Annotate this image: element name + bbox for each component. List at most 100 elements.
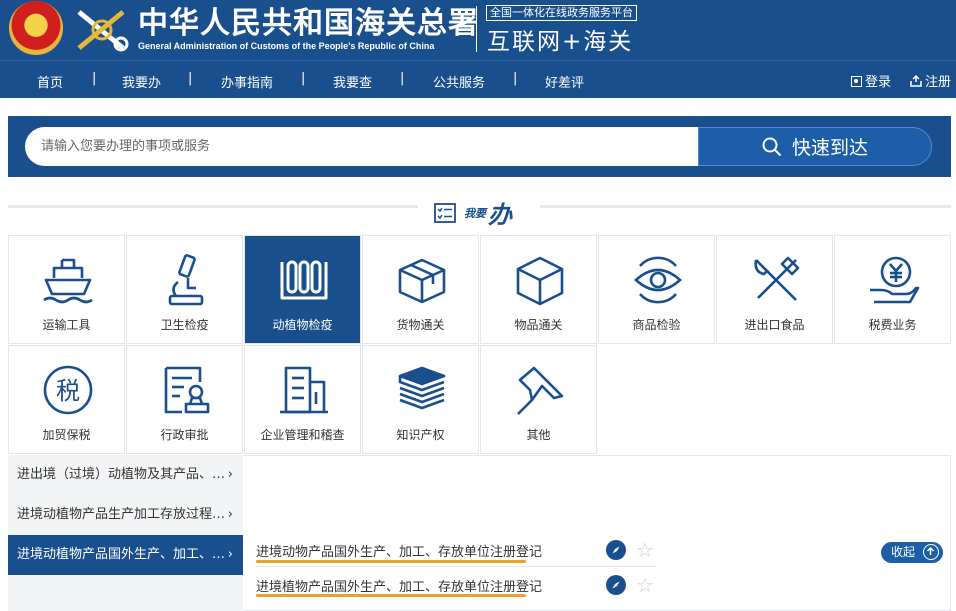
service-item-link[interactable]: 进境动物产品国外生产、加工、存放单位注册登记 (256, 541, 542, 560)
open-box-icon (398, 258, 446, 304)
eye-icon (634, 256, 682, 304)
nav-separator: | (301, 71, 306, 86)
category-label: 企业管理和稽查 (260, 428, 345, 442)
site-header: 中华人民共和国海关总署 General Administration of Cu… (0, 0, 956, 60)
login-label: 登录 (865, 75, 892, 90)
category-intellectual-property[interactable]: 知识产权 (362, 345, 479, 454)
compass-icon[interactable] (606, 540, 626, 560)
ship-icon (43, 258, 93, 304)
category-label: 进出口食品 (744, 318, 805, 332)
cages-icon (280, 260, 328, 300)
customs-logo-icon (77, 10, 129, 52)
section-title-big: 办 (488, 201, 512, 229)
nav-item-query[interactable]: 我要查 (333, 72, 372, 91)
cube-icon (516, 256, 564, 306)
nav-separator: | (92, 71, 97, 86)
category-label: 行政审批 (160, 428, 209, 442)
fork-knife-icon (754, 256, 800, 301)
tax-circle-icon: 税 (43, 365, 93, 415)
category-label: 动植物检疫 (272, 318, 333, 332)
user-icon (851, 76, 862, 87)
checklist-icon (434, 202, 456, 223)
nav-item-public-service[interactable]: 公共服务 (433, 72, 485, 91)
category-tax-fees[interactable]: 税费业务 (834, 235, 951, 344)
nav-item-do[interactable]: 我要办 (122, 72, 161, 91)
collapse-label: 收起 (891, 545, 916, 559)
category-label: 商品检验 (632, 318, 681, 332)
category-grid: 运输工具 卫生检疫 动植物检疫 货物通关 物品通关 商品检验 进出口食品 税费业… (8, 235, 951, 455)
category-other[interactable]: 其他 (480, 345, 597, 454)
service-item-underline (256, 594, 526, 597)
chevron-right-icon: › (227, 547, 233, 562)
category-label: 加贸保税 (42, 428, 91, 442)
platform-name: 互联网+海关 (487, 29, 634, 55)
search-icon (762, 137, 782, 156)
category-cargo-clearance[interactable]: 货物通关 (362, 235, 479, 344)
section-divider-right (540, 205, 951, 208)
subcategory-item-active[interactable]: 进境动植物产品国外生产、加工、… › (8, 535, 243, 575)
subcategory-item[interactable]: 进境动植物产品生产加工存放过程… › (8, 495, 243, 535)
nav-separator: | (513, 71, 518, 86)
svg-text:税: 税 (56, 377, 80, 405)
category-label: 卫生检疫 (160, 318, 209, 332)
register-link[interactable]: 注册 (910, 71, 951, 90)
main-nav: 首页 | 我要办 | 办事指南 | 我要查 | 公共服务 | 好差评 登录 注册 (0, 60, 956, 98)
login-link[interactable]: 登录 (851, 71, 891, 90)
category-label: 运输工具 (42, 318, 91, 332)
category-health-quarantine[interactable]: 卫生检疫 (126, 235, 243, 344)
nav-item-guide[interactable]: 办事指南 (221, 72, 273, 91)
category-bonded-processing[interactable]: 税 加贸保税 (8, 345, 125, 454)
arrow-up-icon (923, 544, 939, 560)
nav-separator: | (400, 71, 405, 86)
category-label: 货物通关 (396, 318, 445, 332)
compass-icon[interactable] (606, 575, 626, 595)
register-icon (910, 74, 922, 87)
section-title-small: 我要 (464, 206, 486, 220)
collapse-button[interactable]: 收起 (881, 542, 943, 563)
category-transport[interactable]: 运输工具 (8, 235, 125, 344)
subcategory-item[interactable]: 进出境（过境）动植物及其产品、… › (8, 455, 243, 495)
category-article-clearance[interactable]: 物品通关 (480, 235, 597, 344)
books-icon (398, 366, 446, 410)
service-item-link[interactable]: 进境植物产品国外生产、加工、存放单位注册登记 (256, 576, 542, 595)
header-divider (476, 6, 477, 52)
nav-item-rating[interactable]: 好差评 (545, 72, 584, 91)
category-label: 税费业务 (868, 318, 917, 332)
chevron-right-icon: › (227, 507, 233, 522)
category-animal-plant-quarantine[interactable]: 动植物检疫 (244, 235, 361, 344)
quick-search-label: 快速到达 (791, 137, 868, 159)
building-icon (280, 366, 328, 414)
search-input[interactable] (25, 127, 707, 166)
subcategory-label: 进境动植物产品生产加工存放过程… (17, 507, 226, 522)
pushpin-icon (517, 366, 564, 415)
national-emblem-icon (9, 1, 63, 55)
star-icon[interactable]: ☆ (636, 540, 654, 560)
site-title-cn: 中华人民共和国海关总署 (138, 6, 479, 41)
service-item-underline (256, 560, 526, 563)
subcategory-label: 进出境（过境）动植物及其产品、… (17, 467, 226, 482)
chevron-right-icon: › (227, 467, 233, 482)
section-divider-left (8, 205, 418, 208)
search-bar: 快速到达 (8, 116, 951, 177)
nav-item-home[interactable]: 首页 (37, 72, 63, 91)
category-label: 其他 (526, 428, 551, 442)
quick-search-button[interactable]: 快速到达 (698, 127, 932, 166)
category-label: 知识产权 (396, 428, 445, 442)
approval-stamp-icon (164, 366, 210, 414)
category-label: 物品通关 (514, 318, 563, 332)
item-divider (256, 566, 656, 567)
star-icon[interactable]: ☆ (636, 575, 654, 595)
site-title-en: General Administration of Customs of the… (138, 41, 435, 51)
subcategory-label: 进境动植物产品国外生产、加工、… (17, 547, 226, 562)
subcategory-list: 进出境（过境）动植物及其产品、… › 进境动植物产品生产加工存放过程… › 进境… (8, 455, 243, 611)
nav-separator: | (188, 71, 193, 86)
microscope-icon (168, 254, 204, 306)
register-label: 注册 (925, 75, 952, 90)
category-admin-approval[interactable]: 行政审批 (126, 345, 243, 454)
category-import-export-food[interactable]: 进出口食品 (716, 235, 833, 344)
platform-tag: 全国一体化在线政务服务平台 (486, 5, 637, 21)
category-commodity-inspection[interactable]: 商品检验 (598, 235, 715, 344)
section-title: 我要 办 (434, 195, 512, 230)
category-enterprise-audit[interactable]: 企业管理和稽查 (244, 345, 361, 454)
yuan-hand-icon (870, 256, 920, 304)
